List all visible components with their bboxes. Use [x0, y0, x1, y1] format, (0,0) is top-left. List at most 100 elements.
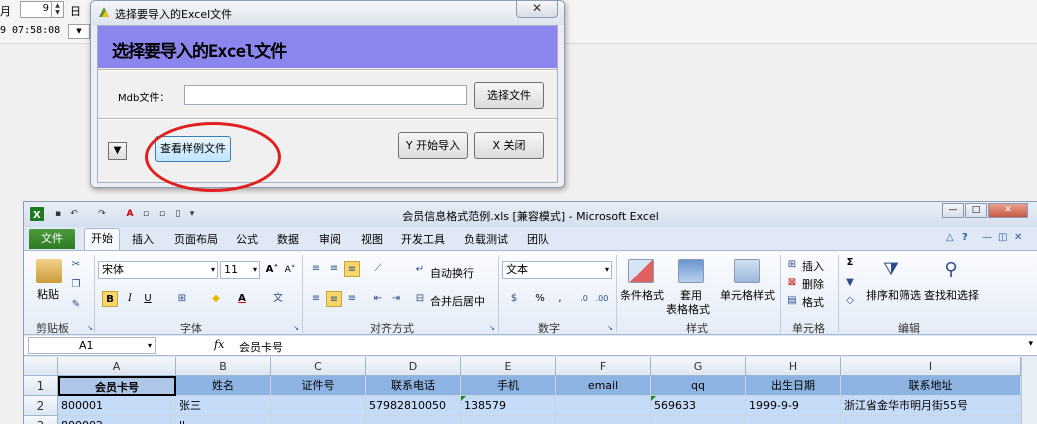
column-header[interactable]: G	[651, 357, 746, 376]
cell-styles-button[interactable]: 单元格样式	[720, 287, 775, 303]
conditional-format-button[interactable]: 条件格式	[620, 287, 664, 303]
expand-formula-bar-icon[interactable]: ▾	[1028, 339, 1033, 349]
table-cell[interactable]: 57982810050	[366, 396, 461, 416]
shrink-font-icon[interactable]: A˅	[282, 262, 298, 278]
close-button[interactable]: X 关闭	[474, 132, 544, 159]
table-cell[interactable]: 手机	[461, 376, 556, 396]
increase-decimal-icon[interactable]: .0	[576, 291, 592, 307]
tab-file[interactable]: 文件	[29, 229, 75, 249]
phonetic-icon[interactable]: 文	[270, 291, 286, 307]
doc-minimize-icon[interactable]: —	[982, 232, 992, 243]
mdb-file-input[interactable]	[184, 85, 467, 105]
insert-cells-icon[interactable]: ⊞	[784, 257, 800, 273]
table-cell[interactable]: 证件号	[271, 376, 366, 396]
underline-icon[interactable]: U	[140, 291, 156, 307]
month-spinner[interactable]: 9 ▲ ▼	[20, 1, 64, 18]
tab-insert[interactable]: 插入	[132, 231, 154, 247]
doc-close-icon[interactable]: ✕	[1014, 232, 1022, 243]
format-cells-icon[interactable]: ▤	[784, 293, 800, 309]
merge-center-icon[interactable]: ⊟	[412, 291, 428, 307]
table-cell[interactable]	[556, 416, 651, 424]
font-color-icon[interactable]: A	[234, 291, 250, 307]
name-box[interactable]: A1 ▾	[28, 337, 156, 354]
insert-cells-button[interactable]: 插入	[802, 258, 824, 274]
restore-button[interactable]: □	[965, 203, 987, 218]
spreadsheet-grid[interactable]: A B C D E F G H I 1 会员卡号 姓名 证件号 联系电话 手机 …	[24, 357, 1037, 424]
expand-toggle-button[interactable]: ▼	[108, 142, 127, 160]
tab-page-layout[interactable]: 页面布局	[174, 231, 218, 247]
autosum-icon[interactable]: Σ	[842, 255, 858, 271]
number-format-select[interactable]: 文本 ▾	[502, 261, 612, 279]
close-window-button[interactable]: ✕	[988, 203, 1028, 218]
grow-font-icon[interactable]: A˄	[264, 262, 280, 278]
clipboard-launcher-icon[interactable]: ↘	[82, 320, 98, 336]
align-middle-icon[interactable]: ≡	[326, 261, 342, 277]
row-header[interactable]: 1	[24, 376, 58, 396]
table-cell[interactable]: 800001	[58, 396, 176, 416]
table-cell[interactable]	[271, 396, 366, 416]
table-cell[interactable]: 出生日期	[746, 376, 841, 396]
binoculars-icon[interactable]: ⚲	[938, 259, 964, 280]
tab-review[interactable]: 审阅	[319, 231, 341, 247]
borders-icon[interactable]: ⊞	[174, 291, 190, 307]
table-cell[interactable]: 800002	[58, 416, 176, 424]
table-cell[interactable]: 浙江省金华市明月街55号	[841, 396, 1021, 416]
wrap-text-button[interactable]: 自动换行	[430, 265, 474, 281]
table-cell[interactable]	[651, 416, 746, 424]
table-cell[interactable]: 张三	[176, 396, 271, 416]
column-header[interactable]: C	[271, 357, 366, 376]
select-all-corner[interactable]	[24, 357, 58, 376]
row-header[interactable]: 3	[24, 416, 58, 424]
font-name-select[interactable]: 宋体 ▾	[98, 261, 218, 279]
choose-file-button[interactable]: 选择文件	[474, 82, 544, 109]
time-field[interactable]: 9 07:58:08	[0, 25, 60, 36]
table-cell[interactable]: 569633	[651, 396, 746, 416]
column-header[interactable]: A	[58, 357, 176, 376]
sort-filter-icon[interactable]: ⧩	[878, 259, 904, 280]
table-cell[interactable]: 联系电话	[366, 376, 461, 396]
italic-icon[interactable]: I	[122, 291, 138, 307]
tab-team[interactable]: 团队	[527, 231, 549, 247]
clear-icon[interactable]: ◇	[842, 293, 858, 309]
paste-button-label[interactable]: 粘贴	[37, 286, 59, 302]
delete-cells-icon[interactable]: ⊠	[784, 275, 800, 291]
insert-function-icon[interactable]: fx	[214, 338, 224, 351]
orientation-icon[interactable]: ⟋	[370, 261, 386, 277]
conditional-format-icon[interactable]	[628, 259, 654, 283]
table-cell[interactable]: 联系地址	[841, 376, 1021, 396]
tab-load-test[interactable]: 负载测试	[464, 231, 508, 247]
spinner-arrows-icon[interactable]: ▲ ▼	[51, 2, 63, 17]
table-cell[interactable]	[841, 416, 1021, 424]
merge-center-button[interactable]: 合并后居中	[430, 293, 485, 309]
fill-icon[interactable]: ▼	[842, 275, 858, 291]
fill-color-icon[interactable]: ◆	[208, 291, 224, 307]
align-center-icon[interactable]: ≡	[326, 291, 342, 307]
accounting-format-icon[interactable]: $	[506, 291, 522, 307]
minimize-button[interactable]: —	[942, 203, 964, 218]
column-header[interactable]: B	[176, 357, 271, 376]
table-cell[interactable]	[366, 416, 461, 424]
cut-icon[interactable]: ✂	[68, 257, 84, 273]
align-top-icon[interactable]: ≡	[308, 261, 324, 277]
tab-data[interactable]: 数据	[277, 231, 299, 247]
table-cell[interactable]: 姓名	[176, 376, 271, 396]
tab-formulas[interactable]: 公式	[236, 231, 258, 247]
table-cell[interactable]	[556, 396, 651, 416]
wrap-text-icon[interactable]: ↵	[412, 262, 428, 278]
delete-cells-button[interactable]: 删除	[802, 276, 824, 292]
align-bottom-icon[interactable]: ≡	[344, 261, 360, 277]
dialog-close-button[interactable]: ✕	[516, 1, 558, 18]
table-cell[interactable]: qq	[651, 376, 746, 396]
paste-icon[interactable]	[36, 259, 62, 283]
start-import-button[interactable]: Y 开始导入	[398, 132, 468, 159]
row-header[interactable]: 2	[24, 396, 58, 416]
align-right-icon[interactable]: ≡	[344, 291, 360, 307]
increase-indent-icon[interactable]: ⇥	[388, 291, 404, 307]
column-header[interactable]: E	[461, 357, 556, 376]
cell-styles-icon[interactable]	[734, 259, 760, 283]
tab-developer[interactable]: 开发工具	[401, 231, 445, 247]
table-cell[interactable]: ll	[176, 416, 271, 424]
percent-icon[interactable]: %	[532, 291, 548, 307]
decrease-indent-icon[interactable]: ⇤	[370, 291, 386, 307]
comma-icon[interactable]: ,	[552, 291, 568, 307]
